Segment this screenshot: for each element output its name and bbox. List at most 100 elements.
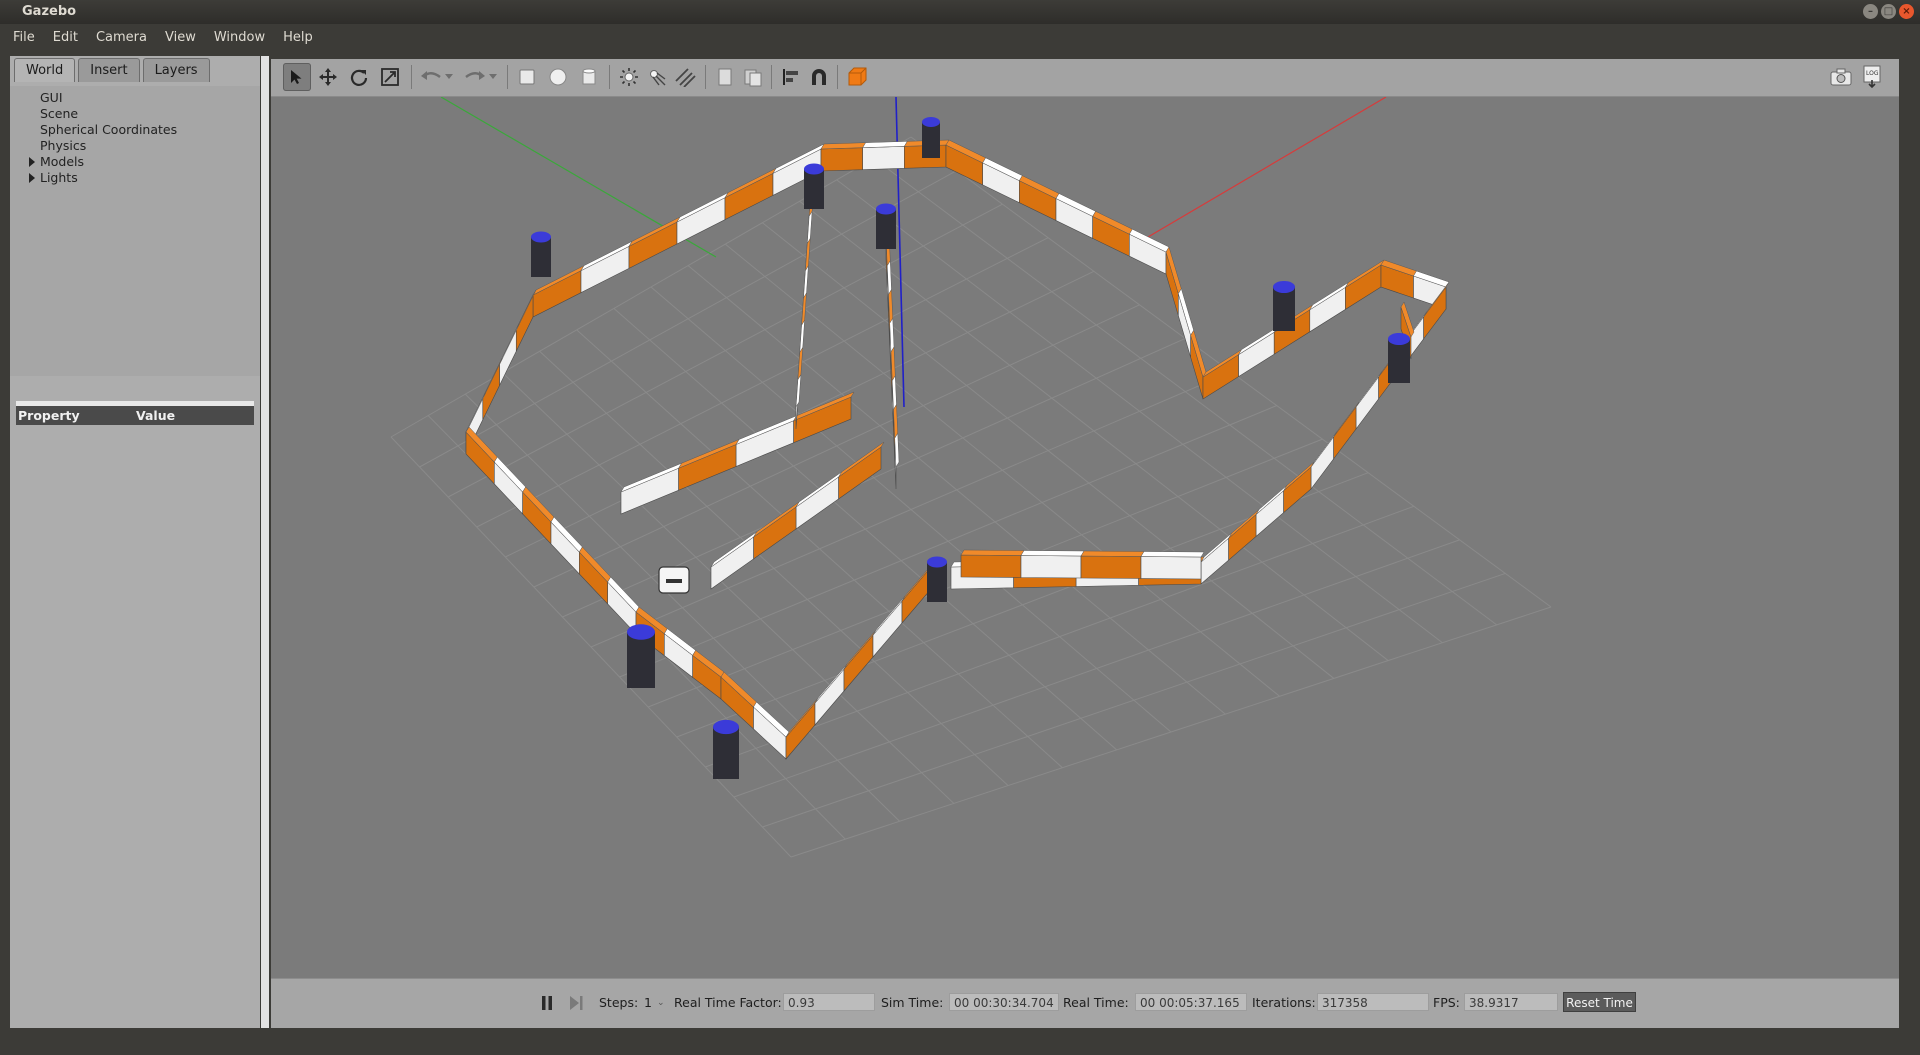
menu-help[interactable]: Help xyxy=(274,30,322,45)
ground-grid-line xyxy=(762,572,1506,828)
paste-icon[interactable] xyxy=(739,63,767,91)
ground-grid-line xyxy=(790,606,1552,858)
wall-segment xyxy=(1202,354,1239,400)
wall-segment xyxy=(628,221,678,269)
tree-item-label: Physics xyxy=(40,138,87,153)
align-icon[interactable] xyxy=(777,63,805,91)
post-top xyxy=(627,624,655,640)
tree-item-models[interactable]: Models xyxy=(29,154,85,169)
ground-grid-line xyxy=(724,243,1280,697)
toolbar-separator xyxy=(837,65,838,89)
scale-icon[interactable] xyxy=(376,63,404,91)
step-icon[interactable] xyxy=(562,989,590,1017)
expand-arrow-icon[interactable] xyxy=(29,157,35,167)
steps-spinner-icon[interactable]: ⌄ xyxy=(657,998,665,1008)
select-arrow-icon[interactable] xyxy=(283,63,311,91)
reset-time-button[interactable]: Reset Time xyxy=(1563,992,1636,1012)
undo-history-icon[interactable] xyxy=(441,63,457,91)
iterations-value: 317358 xyxy=(1317,993,1429,1011)
copy-icon[interactable] xyxy=(711,63,739,91)
post-body xyxy=(876,209,896,249)
toolbar: LOG xyxy=(271,59,1899,97)
wall-segment xyxy=(793,396,852,444)
wall-top xyxy=(801,292,807,326)
toolbar-separator xyxy=(705,65,706,89)
wall-top xyxy=(1140,551,1205,558)
tab-insert[interactable]: Insert xyxy=(78,58,140,82)
wall-segment xyxy=(1200,537,1229,585)
wall-segment xyxy=(1283,466,1312,514)
post-body xyxy=(1273,287,1295,331)
ground-grid-line xyxy=(762,222,1335,679)
spot-light-icon[interactable] xyxy=(643,63,671,91)
pause-icon[interactable] xyxy=(533,989,561,1017)
directional-light-icon[interactable] xyxy=(671,63,699,91)
close-icon[interactable]: × xyxy=(1899,4,1914,19)
post-body xyxy=(1388,339,1410,383)
tree-item-scene[interactable]: Scene xyxy=(40,106,78,121)
post-top xyxy=(804,163,824,175)
tree-item-spherical-coordinates[interactable]: Spherical Coordinates xyxy=(40,122,177,137)
cylinder-icon[interactable] xyxy=(575,63,603,91)
menu-camera[interactable]: Camera xyxy=(87,30,156,45)
svg-text:LOG: LOG xyxy=(1866,70,1879,77)
steps-label: Steps: xyxy=(599,995,639,1010)
wall-segment xyxy=(620,467,679,515)
sim-time-value: 00 00:30:34.704 xyxy=(949,993,1059,1011)
menu-window[interactable]: Window xyxy=(205,30,274,45)
ground-grid-line xyxy=(619,405,1277,678)
tree-item-label: Models xyxy=(40,154,85,169)
real-time-label: Real Time: xyxy=(1063,995,1129,1010)
log-icon[interactable]: LOG xyxy=(1858,63,1886,91)
wall-segment xyxy=(1080,555,1142,579)
steps-value[interactable]: 1 xyxy=(644,995,652,1010)
sphere-icon[interactable] xyxy=(544,63,572,91)
menu-file[interactable]: File xyxy=(0,30,44,45)
tree-item-label: Lights xyxy=(40,170,78,185)
redo-history-icon[interactable] xyxy=(485,63,501,91)
tree-item-physics[interactable]: Physics xyxy=(40,138,86,153)
iterations-label: Iterations: xyxy=(1252,995,1316,1010)
menu-edit[interactable]: Edit xyxy=(44,30,87,45)
snap-magnet-icon[interactable] xyxy=(805,63,833,91)
post-top xyxy=(922,117,940,127)
minimize-icon[interactable]: – xyxy=(1863,4,1878,19)
panel-tabs: World Insert Layers xyxy=(14,58,210,83)
property-column-header: Property xyxy=(18,408,80,423)
simulation-status-bar: Steps: 1 ⌄ Real Time Factor: 0.93 Sim Ti… xyxy=(271,978,1899,1029)
post-top xyxy=(713,719,739,735)
post-top xyxy=(927,556,947,568)
wall-segment xyxy=(960,554,1022,578)
post-body xyxy=(804,169,824,209)
tree-item-gui[interactable]: GUI xyxy=(40,90,63,105)
real-time-value: 00 00:05:37.165 xyxy=(1135,993,1247,1011)
view-angle-icon[interactable] xyxy=(843,63,871,91)
rotate-icon[interactable] xyxy=(345,63,373,91)
box-icon[interactable] xyxy=(513,63,541,91)
wall-segment xyxy=(838,446,882,500)
point-light-icon[interactable] xyxy=(615,63,643,91)
fps-value: 38.9317 xyxy=(1464,993,1558,1011)
screenshot-icon[interactable] xyxy=(1827,63,1855,91)
panel-splitter[interactable] xyxy=(261,56,269,1028)
tab-world[interactable]: World xyxy=(14,58,76,82)
menu-view[interactable]: View xyxy=(156,30,205,45)
tab-layers[interactable]: Layers xyxy=(142,58,210,82)
wall-segment xyxy=(1355,376,1379,430)
wall-segment xyxy=(515,294,534,352)
post-top xyxy=(1388,332,1410,346)
maximize-icon[interactable]: □ xyxy=(1881,4,1896,19)
expand-arrow-icon[interactable] xyxy=(29,173,35,183)
translate-icon[interactable] xyxy=(314,63,342,91)
wall-segment xyxy=(735,420,794,467)
wall-segment xyxy=(482,363,500,420)
tree-item-lights[interactable]: Lights xyxy=(29,170,78,185)
scene-render[interactable] xyxy=(271,97,1899,978)
tree-item-label: GUI xyxy=(40,90,63,105)
toolbar-separator xyxy=(411,65,412,89)
wall-top xyxy=(795,374,802,408)
wall-segment xyxy=(532,270,582,318)
menu-bar: File Edit Camera View Window Help xyxy=(0,24,1920,50)
toolbar-separator xyxy=(771,65,772,89)
3d-viewport[interactable] xyxy=(271,97,1899,978)
